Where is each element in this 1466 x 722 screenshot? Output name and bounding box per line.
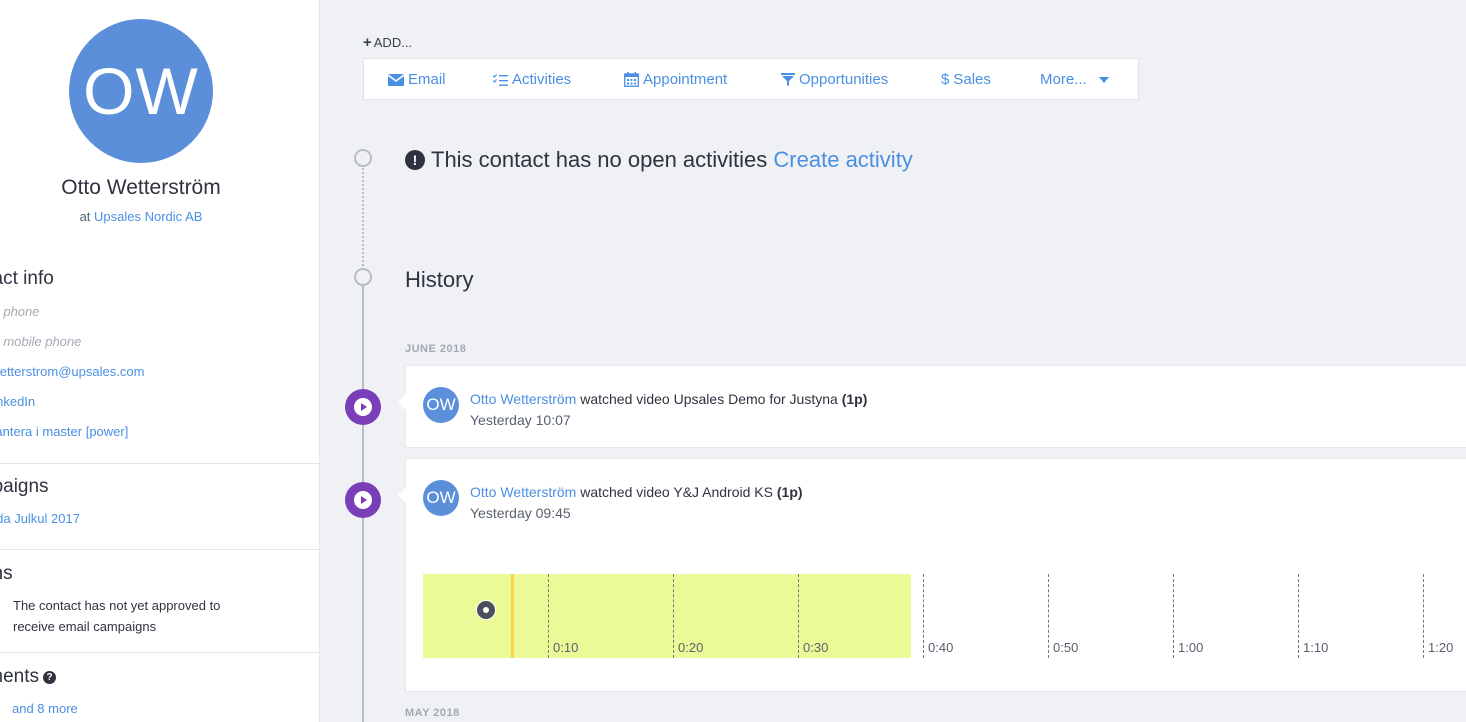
optins-heading: -ins [0, 563, 13, 584]
at-prefix: at [79, 209, 91, 224]
phone-value: Jo phone [0, 304, 40, 319]
toolbar-more-dropdown[interactable]: More... [1040, 71, 1109, 88]
toolbar-opportunities-label: Opportunities [799, 71, 889, 88]
event-actor-link[interactable]: Otto Wetterström [470, 484, 576, 500]
master-link[interactable]: Hantera i master [power] [0, 424, 128, 439]
event-description: Otto Wetterström watched video Y&J Andro… [470, 484, 803, 500]
video-tick-label: 0:20 [678, 640, 704, 655]
video-tick-label: 1:20 [1428, 640, 1454, 655]
funnel-icon [781, 73, 795, 86]
event-avatar: OW [423, 480, 459, 516]
video-tick [798, 574, 799, 658]
event-points: (1p) [841, 391, 868, 407]
plus-icon: + [363, 34, 372, 51]
event-time: Yesterday 09:45 [470, 505, 571, 521]
no-open-text: This contact has no open activities [431, 147, 768, 172]
contact-company-line: at Upsales Nordic AB [0, 209, 282, 224]
play-icon [354, 491, 372, 509]
video-tick-label: 0:30 [803, 640, 829, 655]
event-points: (1p) [776, 484, 803, 500]
video-tick [1173, 574, 1174, 658]
record-dot-icon [477, 601, 495, 619]
question-circle-icon[interactable]: ? [43, 671, 57, 684]
toolbar-activities-label: Activities [512, 71, 572, 88]
add-toolbar: Email Activities Appointment Opportuniti… [363, 58, 1139, 100]
segments-more-link[interactable]: and 8 more [12, 701, 78, 716]
video-tick [548, 574, 549, 658]
video-tick-label: 0:50 [1053, 640, 1079, 655]
campaigns-heading: npaigns [0, 476, 49, 497]
toolbar-more-label: More... [1040, 71, 1087, 88]
add-button[interactable]: + ADD... [363, 34, 412, 51]
playhead-knob[interactable] [476, 600, 496, 620]
envelope-icon [388, 73, 404, 86]
caret-down-icon [1098, 76, 1109, 83]
create-activity-link[interactable]: Create activity [773, 147, 912, 172]
segments-heading-text: ıments [0, 666, 40, 687]
video-tick-label: 0:10 [553, 640, 579, 655]
video-tick [1423, 574, 1424, 658]
optin-status-text-2: receive email campaigns [13, 619, 157, 634]
timeline-empty-node [354, 149, 372, 167]
calendar-icon [624, 72, 639, 87]
toolbar-email-label: Email [408, 71, 446, 88]
video-tick [923, 574, 924, 658]
linkedin-link[interactable]: LinkedIn [0, 394, 35, 409]
divider [0, 549, 319, 550]
optin-status-text: The contact has not yet approved to [13, 598, 221, 613]
video-watch-progress: 0:10 0:20 0:30 0:40 0:50 1:00 1:10 1:20 [423, 574, 1466, 658]
event-avatar: OW [423, 387, 459, 423]
divider [0, 463, 319, 464]
history-event-card: OW Otto Wetterström watched video Upsale… [398, 365, 1466, 448]
mobile-phone-value: Jo mobile phone [0, 334, 82, 349]
event-action: watched video Upsales Demo for Justyna [580, 391, 838, 407]
add-label: ADD... [373, 35, 413, 50]
month-label: MAY 2018 [405, 707, 460, 719]
video-tick-label: 1:10 [1303, 640, 1329, 655]
no-open-activities: ! This contact has no open activities Cre… [405, 147, 913, 173]
toolbar-opportunities[interactable]: Opportunities [781, 71, 888, 88]
event-time: Yesterday 10:07 [470, 412, 571, 428]
event-actor-link[interactable]: Otto Wetterström [470, 391, 576, 407]
event-description: Otto Wetterström watched video Upsales D… [470, 391, 867, 407]
timeline-history-node [354, 268, 372, 286]
video-event-icon [345, 389, 381, 425]
timeline-dotted-line [362, 168, 364, 270]
email-link[interactable]: ›wetterstrom@upsales.com [0, 364, 144, 379]
toolbar-appointment-label: Appointment [643, 71, 728, 88]
contact-sidebar: OW Otto Wetterström at Upsales Nordic AB… [0, 0, 320, 722]
video-event-icon [345, 482, 381, 518]
video-tick-label: 0:40 [928, 640, 954, 655]
dollar-icon: $ [941, 71, 950, 88]
event-action: watched video Y&J Android KS [580, 484, 773, 500]
exclamation-circle-icon: ! [405, 150, 425, 170]
toolbar-appointment[interactable]: Appointment [624, 71, 727, 88]
toolbar-sales[interactable]: $ Sales [941, 71, 991, 88]
video-tick [673, 574, 674, 658]
video-tick-label: 1:00 [1178, 640, 1204, 655]
watched-range [423, 574, 911, 658]
history-event-card: OW Otto Wetterström watched video Y&J An… [398, 458, 1466, 692]
play-icon [354, 398, 372, 416]
divider [0, 652, 319, 653]
contact-name: Otto Wetterström [61, 176, 221, 199]
month-label: JUNE 2018 [405, 343, 467, 355]
company-link[interactable]: Upsales Nordic AB [94, 209, 202, 224]
video-tick [1048, 574, 1049, 658]
video-tick [1298, 574, 1299, 658]
contact-info-heading: ıtact info [0, 268, 54, 289]
list-check-icon [493, 73, 508, 86]
campaign-link[interactable]: älda Julkul 2017 [0, 511, 80, 526]
history-title: History [405, 267, 474, 292]
toolbar-activities[interactable]: Activities [493, 71, 571, 88]
segments-heading: ıments? [0, 666, 57, 688]
playhead-marker [510, 574, 514, 658]
contact-avatar: OW [69, 19, 213, 163]
toolbar-email[interactable]: Email [388, 71, 446, 88]
toolbar-sales-label: Sales [953, 71, 991, 88]
